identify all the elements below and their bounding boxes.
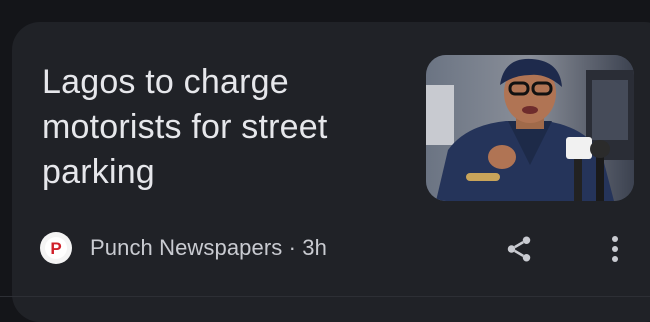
share-button[interactable] <box>500 230 538 268</box>
article-meta: P Punch Newspapers · 3h <box>40 228 327 268</box>
thumbnail-image <box>426 55 634 201</box>
article-thumbnail[interactable] <box>426 55 634 201</box>
card-divider <box>0 296 650 297</box>
more-options-button[interactable] <box>598 230 632 268</box>
source-name: Punch Newspapers <box>90 235 283 260</box>
source-line[interactable]: Punch Newspapers · 3h <box>90 235 327 261</box>
punch-logo-icon: P <box>40 232 72 264</box>
meta-separator: · <box>282 235 303 260</box>
more-vert-icon <box>612 236 618 262</box>
article-age: 3h <box>302 235 327 260</box>
share-icon <box>507 236 531 262</box>
article-headline[interactable]: Lagos to charge motorists for street par… <box>42 60 402 195</box>
logo-letter: P <box>50 239 61 258</box>
